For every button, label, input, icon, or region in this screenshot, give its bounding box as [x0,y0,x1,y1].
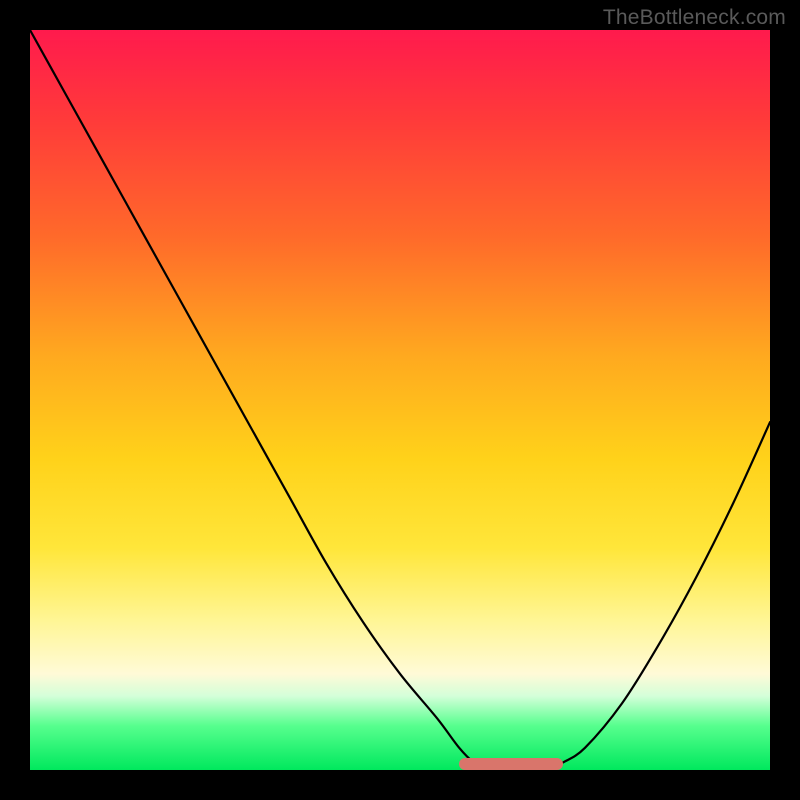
chart-frame: TheBottleneck.com [0,0,800,800]
optimal-range-marker [459,758,563,770]
watermark-text: TheBottleneck.com [603,6,786,30]
bottleneck-curve [30,30,770,770]
plot-area [30,30,770,770]
